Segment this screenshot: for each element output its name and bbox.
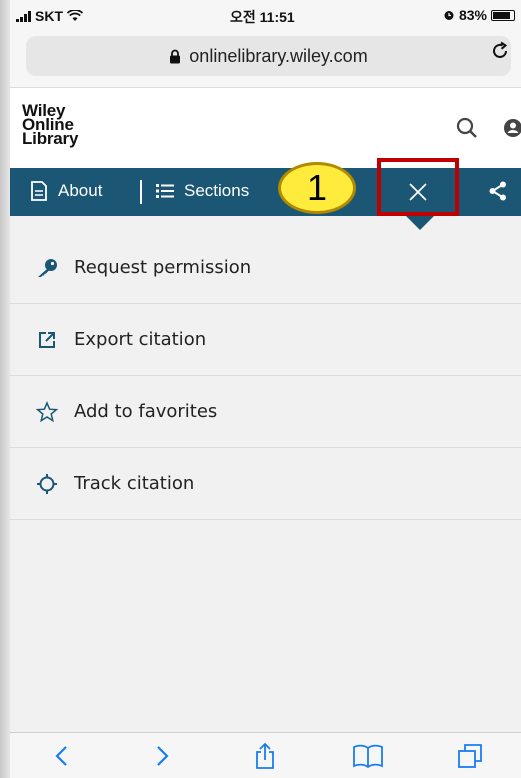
back-button[interactable] bbox=[41, 736, 81, 776]
left-edge-strip bbox=[0, 0, 10, 778]
menu-item-label: Export citation bbox=[74, 329, 207, 350]
sections-label: Sections bbox=[184, 181, 250, 200]
reload-icon[interactable] bbox=[489, 40, 511, 62]
document-icon bbox=[31, 181, 47, 201]
step-callout: 1 bbox=[278, 162, 356, 214]
alarm-icon bbox=[444, 11, 454, 20]
carrier-indicator: SKT bbox=[16, 8, 83, 24]
address-bar[interactable]: onlinelibrary.wiley.com bbox=[26, 36, 511, 76]
bookmarks-button[interactable] bbox=[348, 736, 388, 776]
site-header: Wiley Online Library bbox=[10, 88, 521, 168]
clock: 오전 11:51 bbox=[230, 9, 295, 25]
list-icon bbox=[156, 184, 174, 198]
menu-item-label: Request permission bbox=[74, 257, 252, 278]
share-sheet-button[interactable] bbox=[245, 736, 285, 776]
browser-toolbar bbox=[10, 732, 521, 778]
forward-button[interactable] bbox=[143, 736, 183, 776]
signal-icon bbox=[16, 10, 31, 22]
book-icon bbox=[352, 744, 383, 768]
menu-item-request-permission[interactable]: Request permission bbox=[10, 232, 521, 304]
sections-button[interactable]: Sections bbox=[156, 181, 249, 201]
lock-icon bbox=[170, 49, 181, 63]
menu-item-add-to-favorites[interactable]: Add to favorites bbox=[10, 376, 521, 448]
about-label: About bbox=[58, 181, 103, 200]
chevron-left-icon bbox=[55, 745, 67, 766]
actions-menu: Request permission Export citation Add t… bbox=[10, 232, 521, 520]
status-bar: SKT 오전 11:51 83% bbox=[10, 0, 521, 30]
url-text: onlinelibrary.wiley.com bbox=[189, 45, 368, 66]
target-icon bbox=[36, 473, 58, 495]
wifi-icon bbox=[67, 10, 83, 21]
highlight-box bbox=[377, 158, 459, 216]
menu-item-label: Track citation bbox=[74, 473, 195, 494]
upload-icon bbox=[256, 742, 275, 769]
search-icon[interactable] bbox=[455, 116, 479, 140]
menu-item-label: Add to favorites bbox=[74, 401, 218, 422]
battery-percent: 83% bbox=[458, 7, 487, 23]
chevron-right-icon bbox=[157, 745, 169, 766]
tabs-icon bbox=[457, 743, 482, 768]
key-icon bbox=[36, 257, 58, 279]
battery-icon bbox=[491, 9, 515, 21]
menu-item-track-citation[interactable]: Track citation bbox=[10, 448, 521, 520]
export-icon bbox=[36, 329, 58, 351]
about-button[interactable]: About bbox=[30, 181, 102, 201]
logo-line: Library bbox=[22, 129, 79, 148]
menu-item-export-citation[interactable]: Export citation bbox=[10, 304, 521, 376]
star-icon bbox=[36, 400, 58, 423]
status-right: 83% bbox=[443, 7, 515, 23]
wiley-logo[interactable]: Wiley Online Library bbox=[22, 102, 79, 148]
carrier-label: SKT bbox=[35, 8, 63, 24]
share-icon[interactable] bbox=[489, 181, 507, 201]
nav-divider bbox=[140, 180, 142, 204]
tabs-button[interactable] bbox=[450, 736, 490, 776]
header-icons bbox=[455, 116, 521, 140]
account-icon[interactable] bbox=[501, 116, 521, 140]
mobile-safari-window: SKT 오전 11:51 83% onlinelibrary.wiley.com bbox=[10, 0, 521, 778]
browser-address-area: onlinelibrary.wiley.com bbox=[10, 30, 521, 88]
dropdown-caret bbox=[406, 216, 434, 230]
